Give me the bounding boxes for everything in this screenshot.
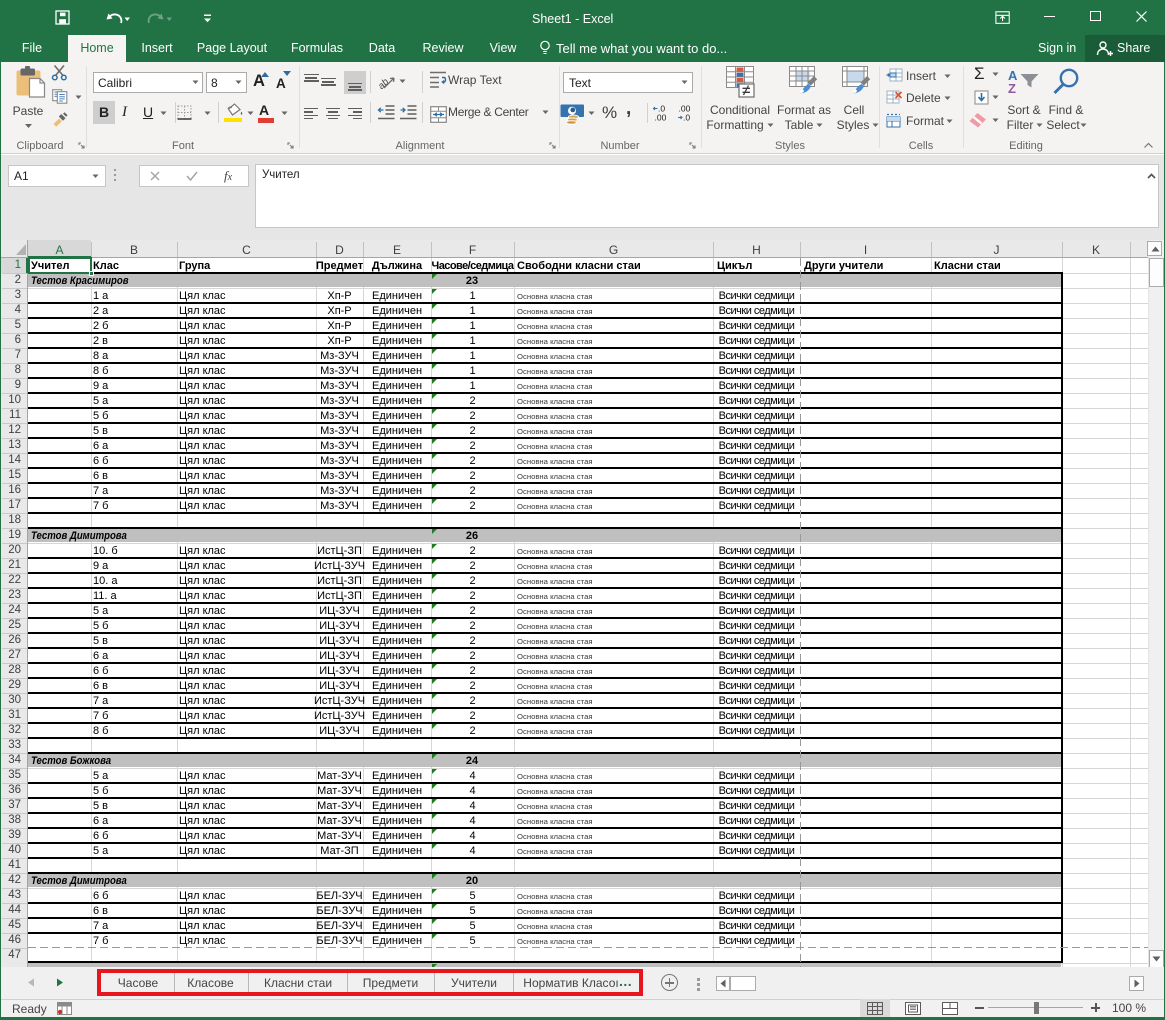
svg-text:Z: Z [1008, 81, 1016, 96]
svg-text:.00: .00 [655, 113, 667, 123]
svg-text:.0: .0 [683, 113, 690, 123]
svg-text:ab: ab [376, 77, 391, 92]
